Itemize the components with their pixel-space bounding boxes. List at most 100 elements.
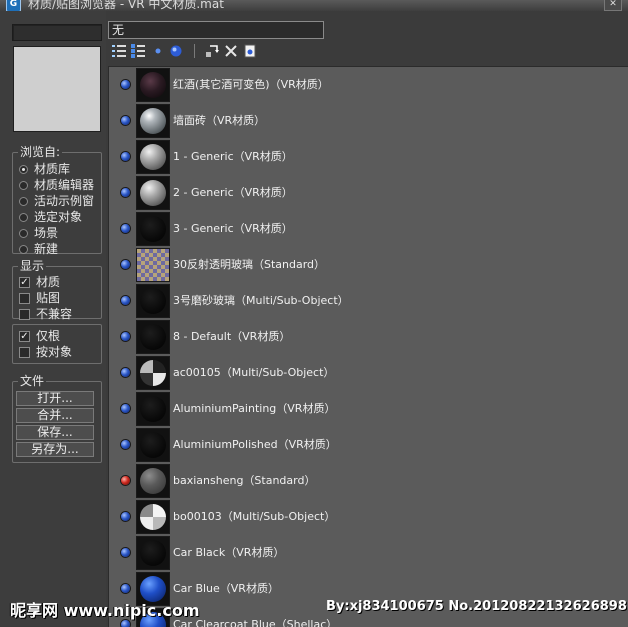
browse-from-option[interactable]: 选定对象 (19, 209, 82, 225)
material-thumbnail[interactable] (136, 176, 170, 210)
material-list-item[interactable]: bo00103（Multi/Sub-Object） (109, 499, 628, 535)
file-legend: 文件 (20, 374, 45, 388)
blue-material-dot-icon (121, 116, 130, 125)
option-label: 场景 (34, 226, 59, 240)
browse-from-option[interactable]: 材质编辑器 (19, 177, 94, 193)
material-sphere-preview (140, 108, 166, 134)
watermark-right: By:xj834100675 No.20120822132626898132 (326, 599, 628, 614)
filter-option[interactable]: ✓ 仅根 (19, 328, 60, 344)
view-large-icons-icon[interactable] (168, 43, 184, 59)
browse-from-option[interactable]: 活动示例窗 (19, 193, 94, 209)
material-thumbnail[interactable] (136, 248, 170, 282)
material-label: AluminiumPolished（VR材质） (173, 438, 337, 451)
material-list-item[interactable]: 墙面砖（VR材质） (109, 103, 628, 139)
close-button[interactable]: ✕ (604, 0, 622, 11)
max-logo-icon: G (6, 0, 21, 11)
material-thumbnail[interactable] (136, 464, 170, 498)
material-list-item[interactable]: 1 - Generic（VR材质） (109, 139, 628, 175)
radio-button[interactable] (19, 164, 28, 174)
material-thumbnail[interactable] (136, 284, 170, 318)
material-list-item[interactable]: 红酒(其它酒可变色)（VR材质） (109, 67, 628, 103)
browse-from-group: 浏览自: 材质库 材质编辑器 活动示例窗 选定对象 场景 新建 (12, 146, 102, 257)
material-list-item[interactable]: 30反射透明玻璃（Standard） (109, 247, 628, 283)
option-label: 按对象 (36, 345, 73, 359)
material-thumbnail[interactable] (136, 392, 170, 426)
option-label: 材质 (36, 275, 61, 289)
material-thumbnail[interactable] (136, 104, 170, 138)
material-thumbnail[interactable] (136, 536, 170, 570)
material-list-item[interactable]: 2 - Generic（VR材质） (109, 175, 628, 211)
red-material-dot-icon (121, 476, 130, 485)
material-thumbnail[interactable] (136, 428, 170, 462)
view-small-icons-icon[interactable] (150, 43, 166, 59)
material-label: 3 - Generic（VR材质） (173, 222, 293, 235)
browse-from-option[interactable]: 新建 (19, 241, 58, 257)
material-list-item[interactable]: AluminiumPainting（VR材质） (109, 391, 628, 427)
save-as-button[interactable]: 另存为... (16, 442, 94, 457)
material-thumbnail[interactable] (136, 356, 170, 390)
material-list-item[interactable]: 3号磨砂玻璃（Multi/Sub-Object） (109, 283, 628, 319)
material-label: 2 - Generic（VR材质） (173, 186, 293, 199)
option-label: 贴图 (36, 291, 61, 305)
material-sphere-preview (140, 432, 166, 458)
material-label: 红酒(其它酒可变色)（VR材质） (173, 78, 329, 91)
show-option[interactable]: 不兼容 (19, 306, 72, 322)
view-list-icons-icon[interactable] (130, 43, 146, 59)
material-label: AluminiumPainting（VR材质） (173, 402, 336, 415)
left-panel: 浏览自: 材质库 材质编辑器 活动示例窗 选定对象 场景 新建 显示 ✓ 材质 … (0, 11, 106, 626)
radio-button[interactable] (19, 228, 28, 238)
material-thumbnail[interactable] (136, 140, 170, 174)
toolbar-separator (194, 44, 195, 58)
close-icon: ✕ (609, 0, 617, 9)
option-label: 材质库 (34, 162, 71, 176)
save-button[interactable]: 保存... (16, 425, 94, 440)
checkbox[interactable] (19, 346, 30, 358)
window-title: 材质/贴图浏览器 - VR 中文材质.mat (28, 0, 224, 11)
title-bar: G 材质/贴图浏览器 - VR 中文材质.mat ✕ (0, 0, 628, 11)
material-thumbnail[interactable] (136, 320, 170, 354)
show-option[interactable]: 贴图 (19, 290, 60, 306)
clear-library-icon[interactable] (242, 43, 258, 59)
material-sphere-preview (140, 216, 166, 242)
material-sphere-preview (140, 180, 166, 206)
checkbox[interactable] (19, 308, 30, 320)
update-scene-materials-icon[interactable] (204, 43, 220, 59)
material-list-item[interactable]: ac00105（Multi/Sub-Object） (109, 355, 628, 391)
material-sphere-preview (140, 288, 166, 314)
material-sphere-preview (140, 72, 166, 98)
material-list-item[interactable]: AluminiumPolished（VR材质） (109, 427, 628, 463)
material-sphere-preview (140, 540, 166, 566)
watermark-left: 昵享网 www.nipic.com (10, 601, 200, 620)
material-name-field[interactable] (12, 24, 102, 41)
material-list-item[interactable]: 3 - Generic（VR材质） (109, 211, 628, 247)
material-sphere-preview (140, 468, 166, 494)
material-list-item[interactable]: baxiansheng（Standard） (109, 463, 628, 499)
material-list-item[interactable]: Car Black（VR材质） (109, 535, 628, 571)
merge-button[interactable]: 合并... (16, 408, 94, 423)
checkbox[interactable] (19, 292, 30, 304)
material-label: bo00103（Multi/Sub-Object） (173, 510, 336, 523)
search-input[interactable]: 无 (108, 21, 324, 39)
radio-button[interactable] (19, 212, 28, 222)
radio-button[interactable] (19, 196, 28, 206)
material-list-item[interactable]: 8 - Default（VR材质） (109, 319, 628, 355)
material-sphere-preview (140, 144, 166, 170)
material-thumbnail[interactable] (136, 500, 170, 534)
show-option[interactable]: ✓ 材质 (19, 274, 60, 290)
show-group: 显示 ✓ 材质 贴图 不兼容 (12, 260, 102, 322)
browse-from-option[interactable]: 材质库 (19, 161, 70, 177)
delete-from-library-icon[interactable] (223, 43, 239, 59)
material-thumbnail[interactable] (136, 212, 170, 246)
option-label: 选定对象 (34, 210, 83, 224)
material-thumbnail[interactable] (136, 68, 170, 102)
open-button[interactable]: 打开... (16, 391, 94, 406)
radio-button[interactable] (19, 244, 28, 254)
blue-material-dot-icon (121, 548, 130, 557)
checkbox[interactable]: ✓ (19, 330, 30, 342)
radio-button[interactable] (19, 180, 28, 190)
browse-from-option[interactable]: 场景 (19, 225, 58, 241)
filter-option[interactable]: 按对象 (19, 344, 72, 360)
checkbox[interactable]: ✓ (19, 276, 30, 288)
view-list-icon[interactable] (111, 43, 127, 59)
material-list[interactable]: 红酒(其它酒可变色)（VR材质） 墙面砖（VR材质） 1 - Generic（VR材… (108, 66, 628, 627)
